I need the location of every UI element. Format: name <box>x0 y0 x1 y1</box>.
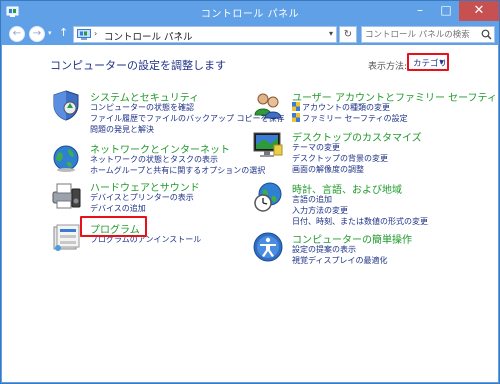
clock-globe-icon[interactable] <box>252 181 284 213</box>
category-link[interactable]: デバイスの追加 <box>90 203 146 214</box>
category-link[interactable]: ファミリー セーフティの設定 <box>292 113 408 124</box>
close-button[interactable]: ✕ <box>459 1 499 21</box>
recent-locations-chevron-icon[interactable]: ▾ <box>48 29 52 37</box>
refresh-button[interactable]: ↻ <box>339 26 357 43</box>
category-link-label: アカウントの種類の変更 <box>302 103 390 112</box>
category-link[interactable]: 日付、時刻、または数値の形式の変更 <box>292 216 428 227</box>
breadcrumb-chevron-icon[interactable]: › <box>178 29 181 38</box>
category-link[interactable]: 入力方法の変更 <box>292 205 348 216</box>
uac-shield-icon <box>292 113 300 122</box>
category-link[interactable]: ネットワークの状態とタスクの表示 <box>90 154 218 165</box>
network-globe-icon[interactable] <box>50 141 82 173</box>
category-link[interactable]: テーマの変更 <box>292 142 340 153</box>
uac-shield-icon <box>292 102 300 111</box>
maximize-button[interactable]: □ <box>433 1 459 21</box>
category-link[interactable]: 問題の発見と解決 <box>90 124 154 135</box>
search-input[interactable] <box>361 26 495 43</box>
view-by-dropdown[interactable]: カテゴリ ▼ <box>407 53 449 71</box>
main-content: コンピューターの設定を調整します 表示方法: カテゴリ ▼ システムとセキュリテ… <box>2 45 498 382</box>
forward-button[interactable]: → <box>29 26 45 42</box>
category-link[interactable]: コンピューターの状態を確認 <box>90 102 194 113</box>
category-link[interactable]: ホームグループと共有に関するオプションの選択 <box>90 165 265 176</box>
category-link[interactable]: デスクトップの背景の変更 <box>292 153 388 164</box>
category-link[interactable]: 設定の提案の表示 <box>292 244 356 255</box>
printer-speaker-icon[interactable] <box>50 179 82 211</box>
desktop-icon[interactable] <box>252 129 284 161</box>
category-link[interactable]: アカウントの種類の変更 <box>292 102 390 113</box>
address-dropdown-icon[interactable]: ▾ <box>329 29 333 38</box>
page-title: コンピューターの設定を調整します <box>50 59 226 72</box>
category-link[interactable]: 画面の解像度の調整 <box>292 164 364 175</box>
control-panel-window: コントロール パネル – □ ✕ ← → ▾ ↑ › コントロール パネル › … <box>0 0 500 384</box>
navigation-bar: ← → ▾ ↑ › コントロール パネル › ▾ ↻ <box>1 23 499 45</box>
ease-of-access-icon[interactable] <box>252 231 284 263</box>
category-link-label: ファミリー セーフティの設定 <box>302 114 408 123</box>
view-by-label: 表示方法: <box>368 62 408 72</box>
users-icon[interactable] <box>252 89 284 121</box>
breadcrumb-separator-icon[interactable]: › <box>94 29 97 38</box>
up-button[interactable]: ↑ <box>59 26 68 39</box>
control-panel-folder-icon <box>77 29 91 40</box>
category-link[interactable]: 言語の追加 <box>292 194 332 205</box>
category-link[interactable]: 視覚ディスプレイの最適化 <box>292 255 387 266</box>
category-link[interactable]: デバイスとプリンターの表示 <box>90 192 194 203</box>
programs-icon[interactable] <box>50 221 82 253</box>
title-bar: コントロール パネル – □ ✕ <box>1 1 499 23</box>
minimize-button[interactable]: – <box>407 1 433 21</box>
programs-highlight-box <box>80 216 147 237</box>
address-bar[interactable]: › コントロール パネル › ▾ <box>73 26 337 43</box>
search-icon[interactable] <box>481 29 492 40</box>
shield-icon[interactable] <box>50 89 82 121</box>
back-button[interactable]: ← <box>9 26 25 42</box>
dropdown-arrow-icon[interactable]: ▼ <box>439 59 444 66</box>
